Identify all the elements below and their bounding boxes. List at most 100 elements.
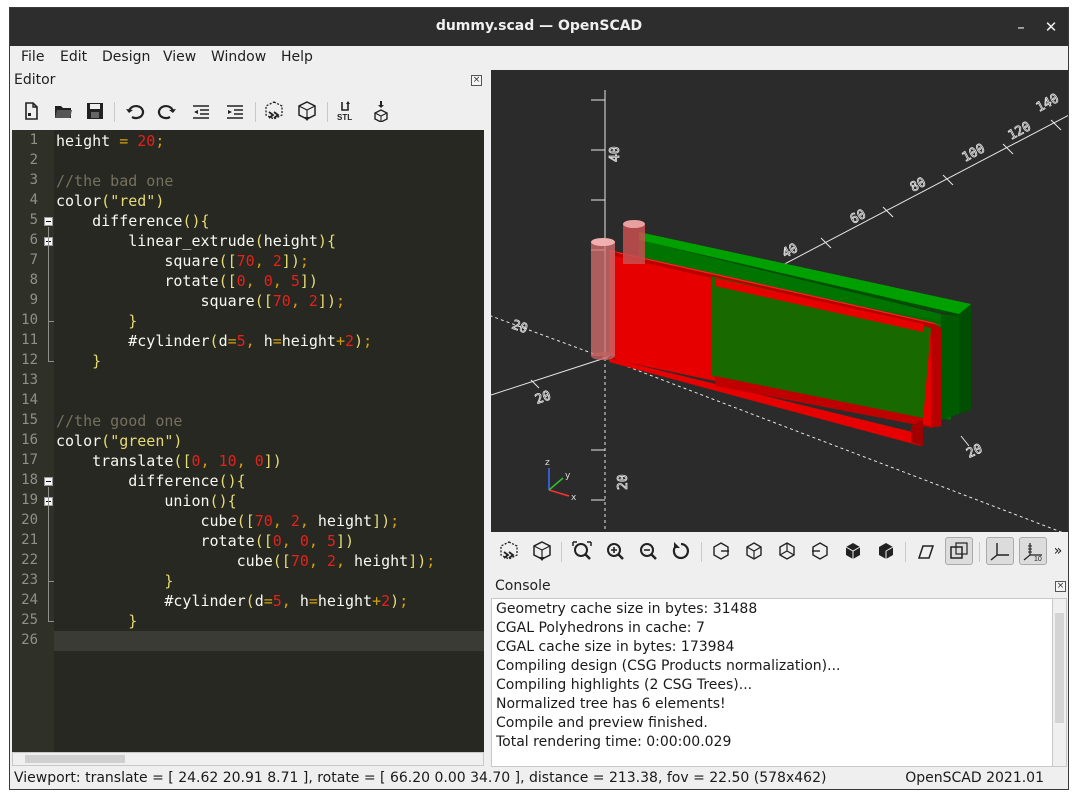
menu-edit[interactable]: Edit [60,49,87,65]
menu-design[interactable]: Design [102,49,150,65]
axis-label: 20 [616,474,631,490]
axis-gizmo: z x y [545,458,577,503]
editor-horizontal-scrollbar[interactable] [12,752,484,766]
scrollbar-thumb[interactable] [1055,613,1064,723]
title-bar: dummy.scad — OpenSCAD – ✕ [10,8,1068,46]
svg-text:10: 10 [1034,556,1042,562]
console-line: Compiling design (CSG Products normaliza… [496,658,841,674]
menu-help[interactable]: Help [281,49,313,65]
code-line: } [128,312,138,330]
3d-viewport[interactable]: 40 20 20 20 20 40 60 80 100 120 140 z x … [491,70,1068,532]
line-number: 8 [29,272,38,288]
console-vertical-scrollbar[interactable] [1052,599,1066,766]
fold-toggle-icon[interactable] [44,477,53,486]
version-label: OpenSCAD 2021.01 [905,770,1044,786]
menu-window[interactable]: Window [211,49,266,65]
render-icon[interactable] [528,537,556,565]
open-file-icon[interactable] [50,98,76,124]
line-number: 2 [29,152,38,168]
console-line: Normalized tree has 6 elements! [496,696,726,712]
code-line: color("red") [56,192,165,210]
perspective-icon[interactable] [912,537,940,565]
viewport-status: Viewport: translate = [ 24.62 20.91 8.71… [14,770,827,786]
undo-icon[interactable] [122,98,148,124]
fold-toggle-icon[interactable] [44,217,53,226]
toolbar-separator [561,542,562,562]
indent-icon[interactable] [222,98,248,124]
view-top-icon[interactable] [740,537,768,565]
console-line: Geometry cache size in bytes: 31488 [496,601,758,617]
line-number: 3 [29,172,38,188]
fold-guide-end [48,621,54,622]
view-front-icon[interactable] [839,537,867,565]
axis-label: 140 [1034,91,1062,115]
zoom-out-icon[interactable] [634,537,662,565]
unindent-icon[interactable] [188,98,214,124]
view-right-icon[interactable] [707,537,735,565]
code-line: rotate([0, 0, 5]) [200,532,355,550]
line-number: 6 [29,232,38,248]
line-number: 16 [21,432,38,448]
orthogonal-icon[interactable] [945,537,973,565]
console-close-icon[interactable]: × [1055,581,1066,592]
window-title: dummy.scad — OpenSCAD [435,18,643,34]
menu-view[interactable]: View [163,49,196,65]
line-number: 19 [21,492,38,508]
more-icon[interactable]: » [1049,537,1067,565]
console-line: CGAL cache size in bytes: 173984 [496,639,735,655]
editor-close-icon[interactable]: × [471,75,482,86]
send-to-print-icon[interactable] [368,98,394,124]
line-number: 21 [21,532,38,548]
new-file-icon[interactable] [18,98,44,124]
preview-icon[interactable] [495,537,523,565]
menu-file[interactable]: File [21,49,44,65]
axis-label: 40 [780,241,801,262]
code-line: height = 20; [56,132,165,150]
code-line: color("green") [56,432,183,450]
view-back-icon[interactable] [872,537,900,565]
code-line: cube([70, 2, height]); [200,512,400,530]
scrollbar-thumb[interactable] [25,755,125,763]
app-window: dummy.scad — OpenSCAD – ✕ File Edit Desi… [9,7,1069,790]
y-axis-negative-line [491,315,606,359]
save-icon[interactable] [82,98,108,124]
render-icon[interactable] [294,98,320,124]
axis-label: 60 [848,207,869,228]
view-left-icon[interactable] [806,537,834,565]
toolbar-separator [979,542,980,562]
editor-pane: Editor × STL 1 2 3 4 5 6 7 8 9 10 11 12 … [10,70,486,767]
line-number: 1 [29,132,38,148]
code-editor[interactable]: 1 2 3 4 5 6 7 8 9 10 11 12 13 14 15 16 17 18 19 20 21 22 23 24 2… [12,130,484,752]
line-number: 10 [21,312,38,328]
view-bottom-icon[interactable] [773,537,801,565]
toolbar-separator [327,102,328,122]
console-output[interactable]: Geometry cache size in bytes: 31488 CGAL… [491,598,1067,767]
show-axes-icon[interactable] [986,537,1014,565]
line-number: 22 [21,552,38,568]
fold-guide-end [48,581,54,582]
code-line: cube([70, 2, height]); [236,552,436,570]
code-line: rotate([0, 0, 5]) [164,272,318,290]
code-line: #cylinder(d=5, h=height+2); [164,592,409,610]
zoom-in-icon[interactable] [601,537,629,565]
close-button[interactable]: ✕ [1040,16,1062,38]
line-number: 23 [21,572,38,588]
axis-label: 120 [1006,119,1034,143]
view-all-icon[interactable] [568,537,596,565]
axis-label: 40 [608,146,623,162]
preview-icon[interactable] [261,98,287,124]
toolbar-separator [905,542,906,562]
current-line-highlight [54,631,484,651]
toolbar-separator [114,102,115,122]
reset-view-icon[interactable] [667,537,695,565]
export-stl-icon[interactable]: STL [334,98,360,124]
redo-icon[interactable] [154,98,180,124]
code-line: //the good one [56,412,183,430]
gizmo-y-label: y [565,471,571,481]
code-line: } [92,352,102,370]
show-scale-markers-icon[interactable]: 10 [1019,537,1047,565]
minimize-button[interactable]: – [1010,16,1032,38]
stl-label: STL [337,113,352,122]
line-number: 20 [21,512,38,528]
line-number-gutter: 1 2 3 4 5 6 7 8 9 10 11 12 13 14 15 16 17 18 19 20 21 22 23 24 2… [12,130,54,752]
